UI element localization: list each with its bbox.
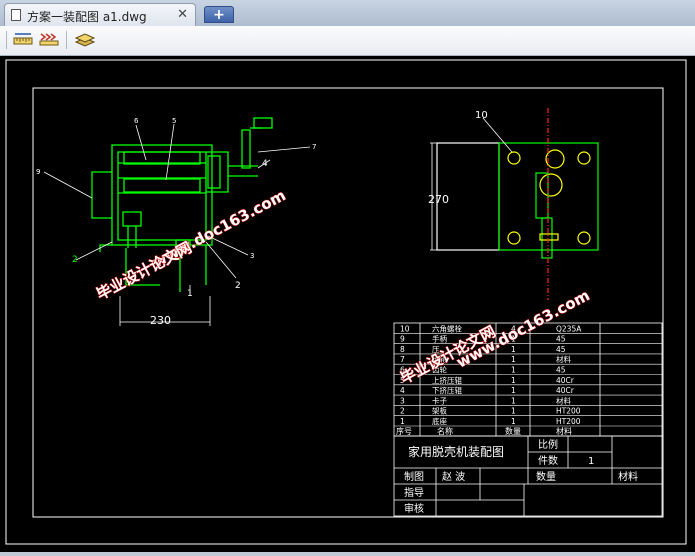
drawing-title: 家用脱壳机装配图 [408, 444, 504, 459]
bom-header-material: 材料 [556, 426, 572, 436]
bom-cell-qty: 1 [511, 355, 516, 364]
bom-cell-qty: 1 [511, 376, 516, 385]
callout-7: 7 [312, 143, 316, 151]
bom-cell-name: 卡子 [432, 395, 447, 405]
bom-cell-material: 材料 [556, 354, 571, 364]
bom-cell-no: 10 [400, 324, 410, 333]
toolbar [0, 26, 695, 56]
toolbar-separator [66, 31, 67, 49]
bom-rows: 10 六角螺栓 4 Q235A9 手柄 1 458 压 1 457 齿轮 1 材料6 齿轮 1 455 上挤压辊… [394, 323, 662, 427]
callout-2-right: 2 [235, 281, 241, 291]
dimension-270-label: 270 [428, 193, 449, 206]
bom-cell-no: 3 [400, 396, 405, 405]
bom-cell-name: 底座 [432, 416, 447, 426]
new-tab-button[interactable]: + [204, 6, 234, 23]
bom-cell-no: 9 [400, 335, 405, 344]
bom-cell-qty: 1 [511, 396, 516, 405]
bom-cell-material: 45 [556, 335, 566, 344]
callout-4: 4 [262, 159, 268, 169]
count-label: 件数 [538, 454, 558, 467]
bom-cell-material: 40Cr [556, 376, 575, 385]
side-dimension [430, 117, 513, 251]
bom-cell-material: Q235A [556, 324, 582, 333]
bom-cell-qty: 1 [511, 407, 516, 416]
side-view [436, 108, 599, 300]
bom-cell-no: 2 [400, 407, 405, 416]
bom-cell-material: 45 [556, 345, 566, 354]
bom-cell-qty: 1 [511, 386, 516, 395]
bom-cell-name: 下挤压辊 [432, 385, 462, 395]
bom-cell-name: 六角螺栓 [432, 323, 462, 333]
bom-cell-material: 40Cr [556, 386, 575, 395]
watermarks: www.doc163.com 毕业设计论文网 www.doc163.com 毕业… [93, 186, 593, 388]
callout-5: 5 [172, 117, 176, 125]
document-icon [11, 9, 21, 21]
bom-header-no: 序号 [396, 426, 412, 436]
bom-cell-qty: 1 [511, 366, 516, 375]
bom-cell-material: 45 [556, 366, 566, 375]
callout-10: 10 [475, 110, 488, 121]
material-label: 材料 [618, 470, 638, 483]
bom-cell-qty: 1 [511, 417, 516, 426]
tab-label: 方案一装配图 a1.dwg [27, 10, 147, 24]
bom-header-name: 名称 [437, 426, 453, 436]
cad-drawing: 230 6 5 7 4 9 2 3 2 1 270 10 10 六角螺栓 4 Q… [5, 59, 687, 545]
review-label: 审核 [404, 502, 424, 515]
layers-icon[interactable] [74, 29, 96, 51]
bom-cell-no: 1 [400, 417, 405, 426]
bom-cell-name: 手柄 [432, 334, 447, 344]
bom-cell-material: HT200 [556, 407, 581, 416]
bom-cell-name: 架板 [432, 406, 447, 416]
bom-cell-no: 8 [400, 345, 405, 354]
callout-3: 3 [250, 252, 254, 260]
bom-cell-name: 上挤压辊 [432, 375, 462, 385]
drawn-label: 制图 [404, 470, 424, 483]
close-icon[interactable]: ✕ [177, 7, 188, 22]
bom-cell-no: 4 [400, 386, 405, 395]
chevrons-tool-icon[interactable] [38, 29, 60, 51]
dimension-230-label: 230 [150, 314, 171, 327]
bom-cell-material: 材料 [556, 395, 571, 405]
drawn-by: 赵 波 [442, 470, 465, 483]
bom-cell-qty: 1 [511, 345, 516, 354]
bom-cell-no: 7 [400, 355, 405, 364]
measure-tool-icon[interactable] [12, 29, 34, 51]
callout-1: 1 [187, 289, 193, 299]
title-bar: 方案一装配图 a1.dwg ✕ + [0, 0, 695, 26]
bom-header-qty: 数量 [505, 426, 521, 436]
count-value: 1 [588, 456, 594, 467]
guide-label: 指导 [404, 486, 424, 499]
callout-9: 9 [36, 168, 40, 176]
toolbar-separator [6, 31, 7, 49]
drawing-canvas[interactable]: 230 6 5 7 4 9 2 3 2 1 270 10 10 六角螺栓 4 Q… [0, 56, 695, 552]
qty-label: 数量 [536, 470, 556, 483]
callout-6: 6 [134, 117, 139, 125]
bom-cell-material: HT200 [556, 417, 581, 426]
tab-a1-dwg[interactable]: 方案一装配图 a1.dwg ✕ [4, 3, 196, 26]
scale-label: 比例 [538, 438, 558, 451]
callout-2-left: 2 [72, 255, 78, 265]
